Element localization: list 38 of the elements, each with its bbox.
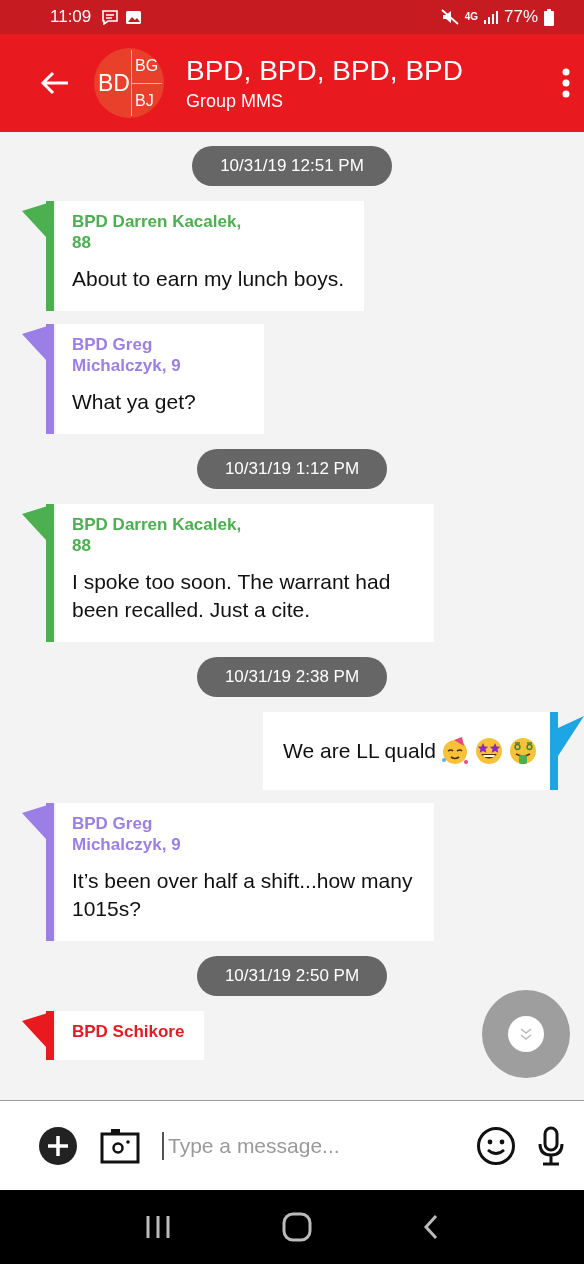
sender-name: BPD Darren Kacalek, 88	[72, 514, 243, 556]
message-text: About to earn my lunch boys.	[72, 266, 344, 292]
star-eyes-emoji-icon	[474, 736, 504, 766]
conversation-title: BPD, BPD, BPD, BPD	[186, 54, 464, 87]
message-text: I spoke too soon. The warrant had been recalled. Just a cite.	[72, 569, 392, 623]
camera-icon[interactable]	[100, 1127, 140, 1164]
recent-apps-icon[interactable]	[145, 1214, 172, 1240]
image-notification-icon	[125, 9, 143, 25]
message-text: What ya get?	[72, 389, 197, 415]
home-icon[interactable]	[282, 1212, 312, 1242]
message-text: It’s been over half a shift...how many 1015s?	[72, 868, 414, 922]
sender-name: BPD Darren Kacalek, 88	[72, 211, 243, 253]
date-separator: 10/31/19 1:12 PM	[196, 449, 388, 489]
message-input-field[interactable]: Type a message...	[162, 1131, 454, 1160]
double-chevron-icon	[519, 1027, 533, 1041]
battery-percent: 77%	[503, 7, 538, 27]
conversation-subtitle: Group MMS	[186, 90, 285, 112]
signal-icon	[483, 10, 498, 24]
add-icon[interactable]	[38, 1125, 78, 1166]
money-face-emoji-icon	[508, 736, 538, 766]
network-type: 4G	[464, 12, 478, 22]
date-separator: 10/31/19 2:50 PM	[196, 956, 388, 996]
sender-name: BPD Schikore	[72, 1021, 185, 1042]
microphone-icon[interactable]	[538, 1125, 564, 1166]
back-icon[interactable]	[422, 1214, 439, 1240]
emoji-icon[interactable]	[476, 1125, 516, 1166]
sender-name: BPD Greg Michalczyk, 9	[72, 334, 182, 376]
party-face-emoji-icon	[440, 736, 470, 766]
message-notification-icon	[101, 9, 120, 25]
clock-time: 11:09	[50, 7, 92, 27]
message-text: We are LL quald	[283, 738, 436, 764]
sender-name: BPD Greg Michalczyk, 9	[72, 813, 182, 855]
date-separator: 10/31/19 12:51 PM	[192, 146, 392, 186]
more-options-icon[interactable]	[562, 68, 570, 98]
date-separator: 10/31/19 2:38 PM	[196, 657, 388, 697]
back-arrow-icon[interactable]	[40, 70, 70, 96]
battery-icon	[544, 8, 554, 26]
mute-icon	[440, 9, 459, 25]
